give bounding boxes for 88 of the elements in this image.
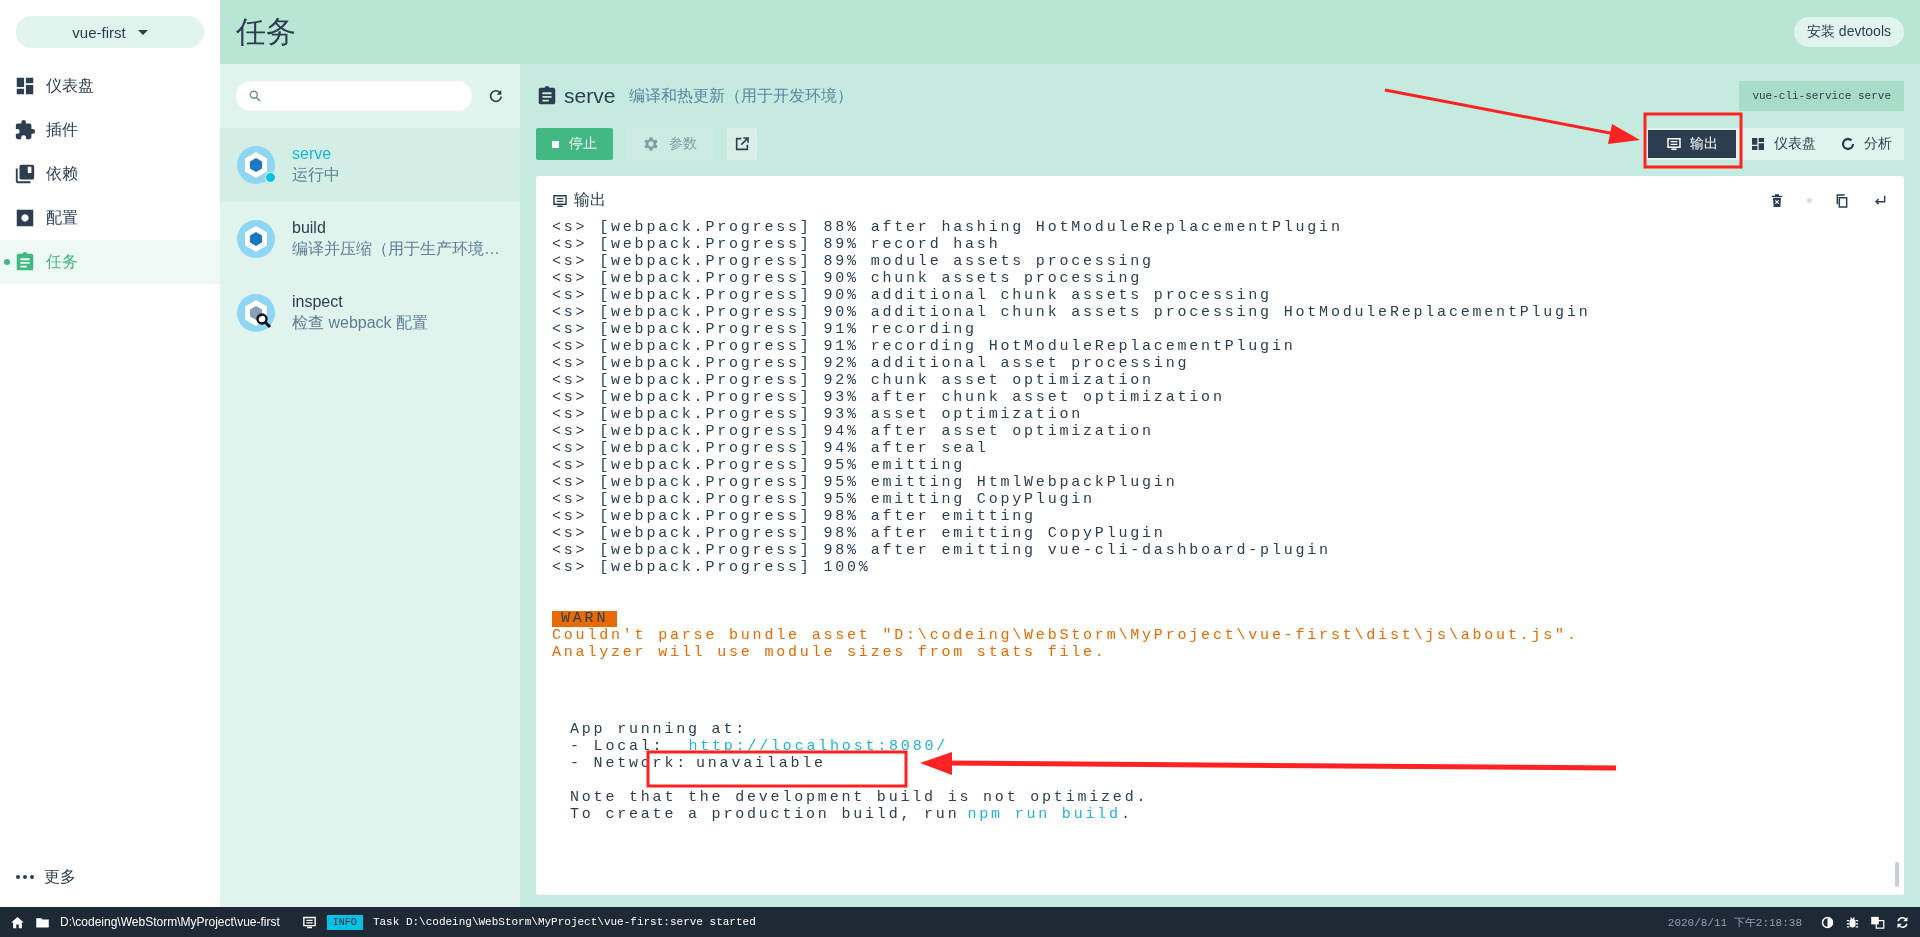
info-badge: INFO xyxy=(326,914,363,930)
warn-badge: WARN xyxy=(552,611,618,627)
task-description: 检查 webpack 配置 xyxy=(292,312,429,333)
caret-icon xyxy=(137,29,148,35)
log-line: <s> [webpack.Progress] 90% chunk assets processing xyxy=(552,270,1144,287)
log-line: <s> [webpack.Progress] 98% after emitting xyxy=(552,508,1037,525)
nav-item[interactable]: 依赖 xyxy=(0,152,220,196)
page-title: 任务 xyxy=(236,13,296,50)
cube-search-icon xyxy=(236,293,276,333)
view-tab[interactable]: 输出 xyxy=(1648,130,1736,158)
warning-line: Analyzer will use module sizes from stats file. xyxy=(552,644,1108,661)
refresh-icon[interactable] xyxy=(488,88,504,104)
open-button[interactable] xyxy=(727,128,757,160)
refresh-icon[interactable] xyxy=(1895,914,1910,930)
scrollbar-thumb[interactable] xyxy=(1895,862,1899,887)
nav-item[interactable]: 仪表盘 xyxy=(0,64,220,108)
log-line: <s> [webpack.Progress] 95% emitting CopyPlugin xyxy=(552,491,1096,508)
log-line: <s> [webpack.Progress] 93% after chunk asset optimization xyxy=(552,389,1226,406)
log-line: <s> [webpack.Progress] 90% additional chunk assets processing xyxy=(552,287,1273,304)
log-line: <s> [webpack.Progress] 95% emitting xyxy=(552,457,967,474)
log-line: <s> [webpack.Progress] 88% after hashing HotModuleReplacementPlugin xyxy=(552,219,1344,236)
puzzle-icon xyxy=(14,119,36,141)
log-line: - Local: xyxy=(570,738,665,755)
books-icon xyxy=(14,163,36,185)
log-line: <s> [webpack.Progress] 92% chunk asset optimization xyxy=(552,372,1155,389)
contrast-icon[interactable] xyxy=(1820,914,1835,930)
project-selector[interactable]: vue-first xyxy=(16,16,204,48)
log-line: <s> [webpack.Progress] 90% additional chunk assets processing HotModuleReplacementPlugin xyxy=(552,304,1592,321)
ring-icon xyxy=(1840,136,1856,152)
log-line: <s> [webpack.Progress] 94% after seal xyxy=(552,440,990,457)
nav-item[interactable]: 插件 xyxy=(0,108,220,152)
warning-line: Couldn't parse bundle asset "D:\codeing\WebStorm\MyProject\vue-first\dist\js\about.js". xyxy=(552,627,1580,644)
log-line: <s> [webpack.Progress] 100% xyxy=(552,559,872,576)
translate-icon[interactable] xyxy=(1870,914,1885,930)
log-line: <s> [webpack.Progress] 92% additional asset processing xyxy=(552,355,1191,372)
project-path[interactable]: D:\codeing\WebStorm\MyProject\vue-first xyxy=(60,915,280,929)
log-line: <s> [webpack.Progress] 91% recording xyxy=(552,321,978,338)
log-line: <s> [webpack.Progress] 94% after asset optimization xyxy=(552,423,1155,440)
task-title: serve xyxy=(564,84,616,108)
log-line: <s> [webpack.Progress] 89% record hash xyxy=(552,236,1002,253)
monitor-icon[interactable] xyxy=(301,914,317,930)
nav-item[interactable]: 配置 xyxy=(0,196,220,240)
search-icon xyxy=(248,89,262,103)
task-description: 运行中 xyxy=(292,164,340,185)
copy-icon[interactable] xyxy=(1834,192,1850,209)
cube-icon xyxy=(236,219,276,259)
log-line: <s> [webpack.Progress] 91% recording HotModuleReplacementPlugin xyxy=(552,338,1297,355)
log-line: To create a production build, run xyxy=(570,806,960,823)
task-description: 编译和热更新（用于开发环境） xyxy=(629,85,854,106)
task-name: serve xyxy=(292,144,333,163)
task-item[interactable]: inspect 检查 webpack 配置 xyxy=(220,276,520,350)
log-line: <s> [webpack.Progress] 89% module assets processing xyxy=(552,253,1155,270)
active-dot xyxy=(4,259,10,265)
status-message: Task D:\codeing\WebStorm\MyProject\vue-first:serve started xyxy=(372,916,756,928)
task-name: inspect xyxy=(292,292,344,311)
dashboard-icon xyxy=(1750,136,1766,152)
view-tab[interactable]: 分析 xyxy=(1828,128,1904,160)
log-line: App running at: xyxy=(570,721,748,738)
home-icon[interactable] xyxy=(10,914,25,930)
monitor-icon xyxy=(552,192,568,209)
task-item[interactable]: build 编译并压缩（用于生产环境… xyxy=(220,202,520,276)
open-external-icon xyxy=(734,136,750,152)
view-tab[interactable]: 仪表盘 xyxy=(1738,128,1828,160)
command-label: vue-cli-service serve xyxy=(1739,81,1904,111)
task-item[interactable]: serve 运行中 xyxy=(220,128,520,202)
search-field[interactable] xyxy=(236,81,472,111)
clipboard-icon xyxy=(14,251,36,273)
log-line: . xyxy=(1120,806,1133,823)
log-line: <s> [webpack.Progress] 98% after emitting CopyPlugin xyxy=(552,525,1167,542)
cube-icon xyxy=(236,145,276,185)
log-line: <s> [webpack.Progress] 93% asset optimization xyxy=(552,406,1085,423)
clipboard-icon xyxy=(536,85,558,107)
install-devtools-button[interactable]: 安装 devtools xyxy=(1793,17,1904,47)
monitor-icon xyxy=(1666,136,1682,152)
task-description: 编译并压缩（用于生产环境… xyxy=(292,238,500,259)
trash-icon[interactable] xyxy=(1769,192,1785,209)
more-icon xyxy=(16,875,34,879)
status-time: 2020/8/11 下午2:18:38 xyxy=(1667,915,1802,930)
task-name: build xyxy=(292,218,327,237)
log-line: <s> [webpack.Progress] 95% emitting HtmlWebpackPlugin xyxy=(552,474,1179,491)
log-line: unavailable xyxy=(696,755,826,772)
stop-icon xyxy=(552,140,559,148)
log-line: Note that the development build is not optimized. xyxy=(570,789,1149,806)
dashboard-icon xyxy=(14,75,36,97)
more-button[interactable]: 更多 xyxy=(0,857,220,897)
separator-dot xyxy=(1807,198,1812,203)
panel-title: 输出 xyxy=(574,190,606,210)
log-line: <s> [webpack.Progress] 98% after emitting vue-cli-dashboard-plugin xyxy=(552,542,1332,559)
